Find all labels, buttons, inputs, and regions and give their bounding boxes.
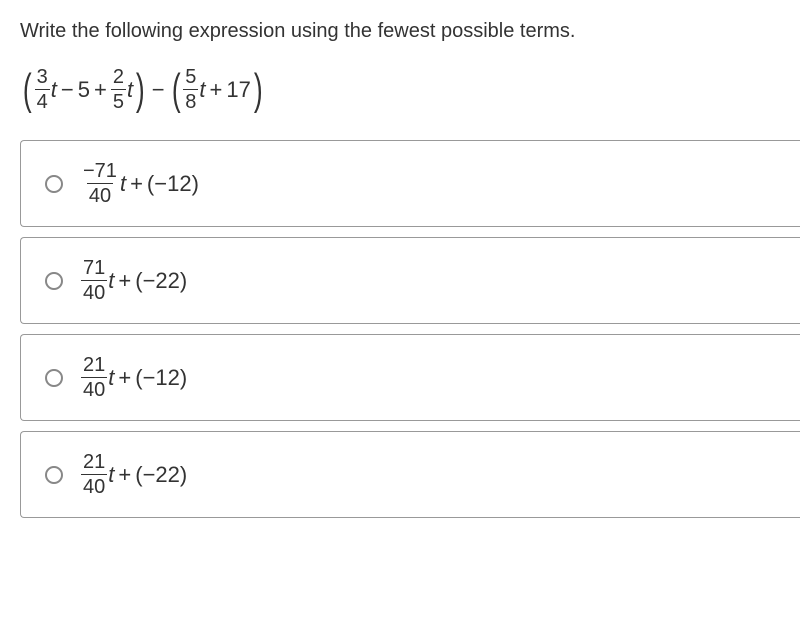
- answer-options: −71 40 t + ( −12 ) 71 40 t + ( −22 ): [20, 140, 800, 518]
- option-a[interactable]: −71 40 t + ( −12 ): [20, 140, 800, 227]
- close-paren-icon: ): [254, 72, 263, 107]
- fraction: 21 40: [81, 452, 107, 497]
- question-prompt: Write the following expression using the…: [20, 20, 800, 43]
- fraction: 71 40: [81, 258, 107, 303]
- main-expression: ( 3 4 t − 5 + 2 5 t ) − ( 5 8 t + 17 ): [20, 67, 800, 112]
- close-paren-icon: ): [136, 72, 145, 107]
- option-c[interactable]: 21 40 t + ( −12 ): [20, 334, 800, 421]
- option-b[interactable]: 71 40 t + ( −22 ): [20, 237, 800, 324]
- radio-icon: [45, 175, 63, 193]
- fraction: 3 4: [35, 67, 50, 112]
- open-paren-icon: (: [23, 72, 32, 107]
- fraction: 2 5: [111, 67, 126, 112]
- radio-icon: [45, 466, 63, 484]
- radio-icon: [45, 369, 63, 387]
- fraction: 21 40: [81, 355, 107, 400]
- fraction: −71 40: [81, 161, 119, 206]
- open-paren-icon: (: [172, 72, 181, 107]
- option-d[interactable]: 21 40 t + ( −22 ): [20, 431, 800, 518]
- fraction: 5 8: [183, 67, 198, 112]
- radio-icon: [45, 272, 63, 290]
